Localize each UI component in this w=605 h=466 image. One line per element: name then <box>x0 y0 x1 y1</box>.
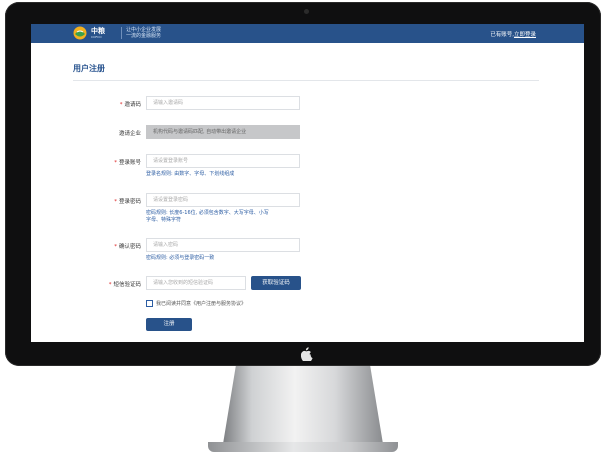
monitor-stand <box>208 366 398 454</box>
invite-company-field: 机构代码与邀请码匹配, 自动带出邀请企业 <box>146 125 300 139</box>
agreement-checkbox[interactable] <box>146 300 153 307</box>
slogan: 让中小企业发展 一流的金融服务 <box>121 27 161 39</box>
brand-sub: COFCO <box>91 34 102 39</box>
invite-code-input[interactable]: 请输入邀请码 <box>146 96 300 110</box>
brand-name: 中粮 <box>91 26 105 35</box>
monitor-bezel: 中粮 COFCO 让中小企业发展 一流的金融服务 已有账号,立即登录 用户注册 … <box>5 2 601 366</box>
apple-logo-icon <box>301 347 313 361</box>
camera-icon <box>304 9 309 14</box>
password-hint-line-2: 字母、特殊字符 <box>146 217 182 223</box>
invite-code-label: * 邀请码 <box>119 102 141 108</box>
get-code-button[interactable]: 获取验证码 <box>251 276 301 290</box>
account-input[interactable]: 请设置登录账号 <box>146 154 300 168</box>
login-prompt: 已有账号,立即登录 <box>490 30 536 38</box>
password-input[interactable]: 请设置登录密码 <box>146 193 300 207</box>
password-hint: 密码规则: 长度6-16位, 必须包含数字、大写字母、小写 字母、特殊字符 <box>146 210 269 224</box>
login-link[interactable]: 立即登录 <box>514 32 536 38</box>
slogan-line-2: 一流的金融服务 <box>126 33 162 39</box>
agreement: 我已阅读并同意《用户注册与服务协议》 <box>146 300 246 307</box>
confirm-hint: 密码规则: 必须与登录密码一致 <box>146 255 215 261</box>
title-divider <box>73 80 539 81</box>
screen: 中粮 COFCO 让中小企业发展 一流的金融服务 已有账号,立即登录 用户注册 … <box>31 24 584 342</box>
password-hint-line-1: 密码规则: 长度6-16位, 必须包含数字、大写字母、小写 <box>146 210 269 216</box>
agreement-text[interactable]: 我已阅读并同意《用户注册与服务协议》 <box>156 300 246 307</box>
password-label: * 登录密码 <box>114 199 141 205</box>
stand-neck <box>223 366 383 444</box>
account-hint: 登录名规则: 由数字、字母、下划线组成 <box>146 171 235 177</box>
cofco-logo-icon <box>73 26 87 40</box>
confirm-input[interactable]: 请输入密码 <box>146 238 300 252</box>
invite-company-label: 邀请企业 <box>118 131 141 137</box>
top-bar: 中粮 COFCO 让中小企业发展 一流的金融服务 已有账号,立即登录 <box>31 24 584 43</box>
account-label: * 登录账号 <box>114 160 141 166</box>
stand-base <box>208 442 398 452</box>
sms-input[interactable]: 请输入您收到的短信验证码 <box>146 276 246 290</box>
sms-label: * 短信验证码 <box>108 282 141 288</box>
brand-logo: 中粮 COFCO <box>73 26 105 40</box>
confirm-label: * 确认密码 <box>114 244 141 250</box>
register-button[interactable]: 注册 <box>146 318 192 331</box>
page-title: 用户注册 <box>73 64 105 73</box>
login-prompt-text: 已有账号, <box>490 32 514 38</box>
